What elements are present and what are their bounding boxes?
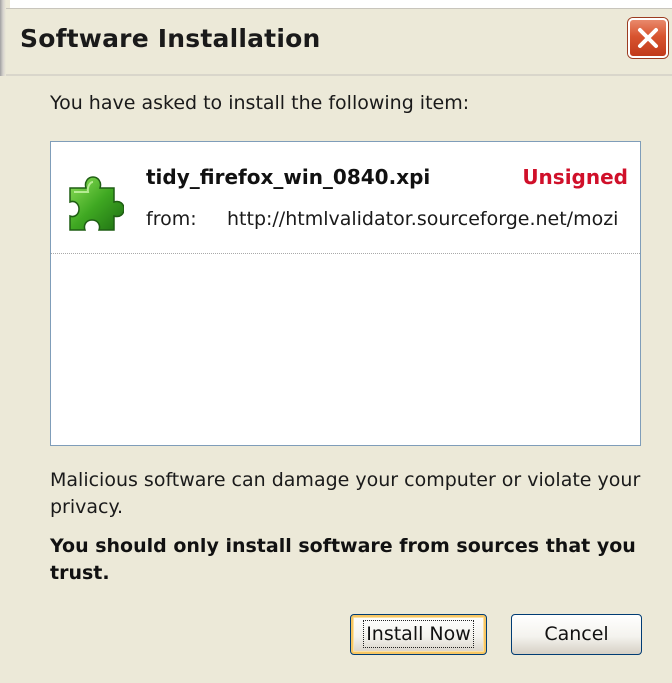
install-now-label: Install Now (363, 620, 474, 648)
install-items-list[interactable]: tidy_firefox_win_0840.xpi Unsigned from:… (50, 141, 641, 446)
close-icon (638, 28, 658, 48)
source-url: http://htmlvalidator.sourceforge.net/moz… (227, 208, 619, 230)
trust-notice: You should only install software from so… (50, 535, 636, 584)
close-button[interactable] (628, 18, 668, 58)
item-filename: tidy_firefox_win_0840.xpi (146, 165, 431, 189)
title-bar: Software Installation (0, 0, 672, 76)
signature-status: Unsigned (522, 165, 628, 189)
malicious-software-warning: Malicious software can damage your compu… (50, 469, 641, 518)
cancel-label: Cancel (544, 623, 609, 645)
title-separator (6, 74, 672, 76)
from-label: from: (146, 208, 197, 230)
install-now-button[interactable]: Install Now (350, 614, 487, 655)
install-prompt: You have asked to install the following … (50, 92, 470, 114)
puzzle-piece-icon (69, 176, 124, 231)
cancel-button[interactable]: Cancel (511, 614, 642, 655)
list-item[interactable]: tidy_firefox_win_0840.xpi Unsigned from:… (51, 142, 640, 254)
software-installation-dialog: Software Installation You have asked to … (0, 0, 672, 683)
window-title: Software Installation (20, 24, 321, 53)
